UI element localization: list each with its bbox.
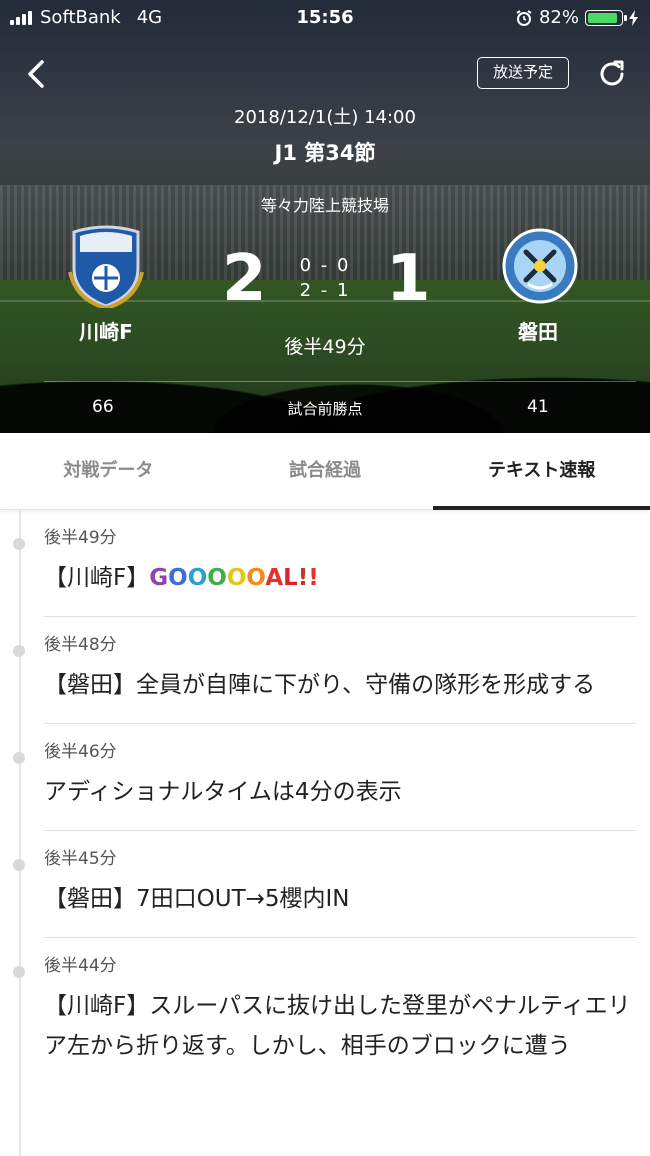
goal-text: GOOOOOAL!!	[149, 565, 319, 591]
timeline-line	[19, 510, 21, 1156]
jubilo-emblem-icon	[502, 228, 578, 304]
feed-item: 後半45分 【磐田】7田口OUT→5櫻内IN	[13, 831, 636, 938]
timeline-dot	[13, 859, 25, 871]
timeline-dot	[13, 966, 25, 978]
tab-match-data[interactable]: 対戦データ	[0, 433, 217, 509]
timeline-dot	[13, 538, 25, 550]
away-score: 1	[386, 242, 431, 316]
feed-item: 後半44分 【川崎F】スルーパスに抜け出した登里がペナルティエリア左から折り返す…	[13, 938, 636, 1084]
second-half-score: 2 - 1	[299, 280, 351, 301]
feed-time: 後半44分	[44, 956, 117, 976]
feed-item: 後半49分 【川崎F】GOOOOOAL!!	[13, 510, 636, 617]
feed-time: 後半49分	[44, 528, 117, 548]
goal-letter: O	[168, 565, 188, 591]
refresh-icon[interactable]	[596, 58, 628, 90]
goal-letter: !	[297, 565, 309, 591]
goal-letter: L	[283, 565, 298, 591]
feed-item: 後半46分 アディショナルタイムは4分の表示	[13, 724, 636, 831]
battery-percent: 82%	[538, 7, 579, 28]
away-points: 41	[527, 397, 549, 417]
tab-match-progress[interactable]: 試合経過	[217, 433, 434, 509]
goal-letter: A	[265, 565, 284, 591]
feed-text: 【川崎F】GOOOOOAL!!	[44, 558, 636, 598]
timeline-dot	[13, 752, 25, 764]
goal-letter: O	[187, 565, 208, 591]
goal-letter: G	[149, 565, 169, 591]
feed-time: 後半48分	[44, 635, 117, 655]
kawasaki-emblem-icon	[68, 225, 144, 308]
tab-text-live[interactable]: テキスト速報	[433, 433, 650, 510]
points-label: 試合前勝点	[287, 400, 363, 418]
broadcast-schedule-button[interactable]: 放送予定	[477, 57, 569, 89]
text-feed[interactable]: 後半49分 【川崎F】GOOOOOAL!! 後半48分 【磐田】全員が自陣に下が…	[0, 510, 650, 1156]
match-header: SoftBank 4G 15:56 82% 放送予定 2018/12/1(土) …	[0, 0, 650, 433]
status-bar: SoftBank 4G 15:56 82%	[0, 0, 650, 36]
feed-item: 後半48分 【磐田】全員が自陣に下がり、守備の隊形を形成する	[13, 617, 636, 724]
home-score: 2	[222, 242, 267, 316]
header-divider	[44, 381, 636, 382]
feed-text: アディショナルタイムは4分の表示	[44, 779, 402, 805]
goal-letter: O	[226, 565, 247, 591]
feed-text: 【磐田】全員が自陣に下がり、守備の隊形を形成する	[44, 672, 596, 698]
match-round: J1 第34節	[274, 141, 376, 165]
feed-text: 【川崎F】スルーパスに抜け出した登里がペナルティエリア左から折り返す。しかし、相…	[44, 993, 631, 1059]
battery-icon	[585, 9, 627, 26]
feed-text: 【磐田】7田口OUT→5櫻内IN	[44, 886, 350, 912]
back-arrow-icon[interactable]	[22, 56, 52, 92]
goal-letter: O	[207, 565, 227, 591]
alarm-icon	[516, 9, 532, 26]
goal-letter: !	[308, 565, 319, 591]
charging-icon	[629, 9, 638, 26]
feed-time: 後半46分	[44, 742, 117, 762]
feed-time: 後半45分	[44, 849, 117, 869]
match-venue: 等々力陸上競技場	[260, 196, 389, 215]
first-half-score: 0 - 0	[299, 255, 351, 276]
match-clock: 後半49分	[284, 336, 366, 358]
match-date: 2018/12/1(土) 14:00	[234, 107, 416, 128]
feed-team: 【川崎F】	[44, 565, 150, 591]
timeline-dot	[13, 645, 25, 657]
tab-bar: 対戦データ 試合経過 テキスト速報	[0, 433, 650, 510]
goal-letter: O	[246, 565, 266, 591]
